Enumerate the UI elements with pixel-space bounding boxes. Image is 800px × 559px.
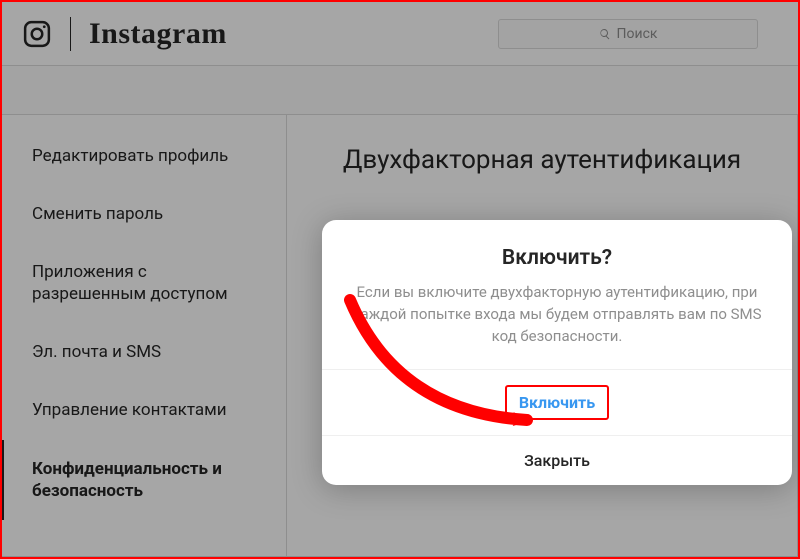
sidebar-item-privacy-security[interactable]: Конфиденциальность и безопасность (2, 440, 286, 520)
enable-button-label: Включить (505, 385, 609, 420)
sidebar-item-authorized-apps[interactable]: Приложения с разрешенным доступом (2, 243, 286, 323)
sidebar-item-edit-profile[interactable]: Редактировать профиль (2, 127, 286, 185)
sidebar-item-label: Эл. почта и SMS (32, 342, 161, 362)
search-placeholder: Поиск (617, 26, 658, 42)
instagram-wordmark: Instagram (89, 17, 227, 51)
dialog-title: Включить? (352, 246, 762, 270)
search-icon (599, 28, 611, 40)
sidebar-item-label: Управление контактами (32, 400, 227, 420)
dialog-body: Включить? Если вы включите двухфакторную… (322, 220, 792, 369)
close-button-label: Закрыть (524, 451, 590, 470)
sidebar-item-label: Редактировать профиль (32, 146, 228, 166)
app-frame: Instagram Поиск Редактировать профиль См… (0, 0, 800, 559)
settings-sidebar: Редактировать профиль Сменить пароль При… (2, 114, 287, 557)
sidebar-item-manage-contacts[interactable]: Управление контактами (2, 381, 286, 439)
search-input[interactable]: Поиск (498, 19, 758, 49)
close-button[interactable]: Закрыть (322, 435, 792, 485)
enable-button[interactable]: Включить (322, 369, 792, 435)
sidebar-item-label: Приложения с разрешенным доступом (32, 262, 228, 304)
logo-divider (70, 17, 71, 51)
top-bar: Instagram Поиск (2, 2, 798, 66)
dialog-description: Если вы включите двухфакторную аутентифи… (352, 282, 762, 347)
enable-2fa-dialog: Включить? Если вы включите двухфакторную… (322, 220, 792, 485)
page-title: Двухфакторная аутентификация (327, 145, 757, 175)
sidebar-item-label: Конфиденциальность и безопасность (32, 459, 222, 501)
instagram-glyph-icon (22, 19, 52, 49)
sidebar-item-email-sms[interactable]: Эл. почта и SMS (2, 323, 286, 381)
sidebar-item-change-password[interactable]: Сменить пароль (2, 185, 286, 243)
sidebar-item-label: Сменить пароль (32, 204, 163, 224)
